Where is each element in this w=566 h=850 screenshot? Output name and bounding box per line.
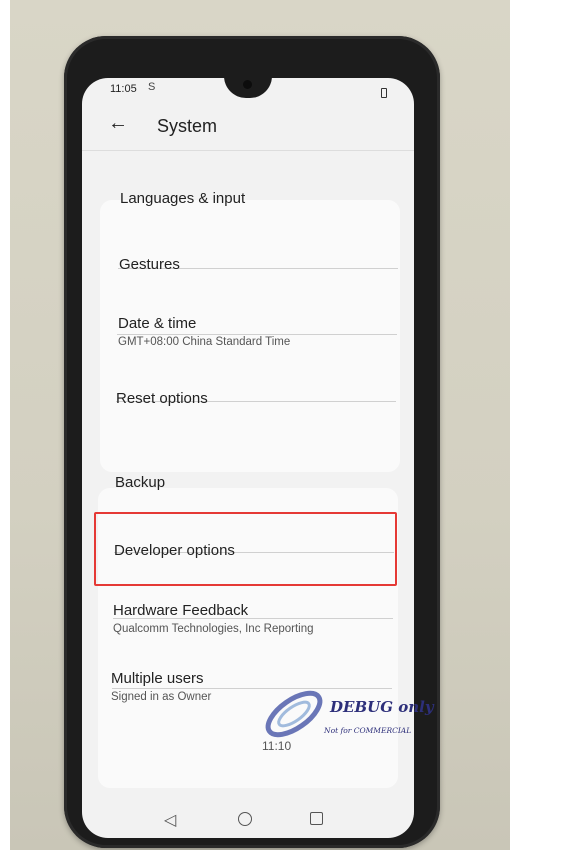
nav-recents-icon[interactable]: [310, 812, 323, 825]
setting-subtitle: Signed in as Owner: [111, 691, 212, 703]
nav-back-icon[interactable]: ◁: [164, 810, 176, 830]
battery-icon: [381, 88, 387, 98]
page-title: System: [157, 116, 218, 136]
setting-title: Backup: [115, 474, 166, 491]
front-camera: [243, 80, 252, 89]
header-divider: [82, 150, 414, 151]
nav-home-icon[interactable]: [238, 812, 252, 826]
setting-title: Multiple users: [111, 670, 204, 687]
setting-subtitle: GMT+08:00 China Standard Time: [118, 336, 291, 348]
highlight-box: [94, 512, 397, 586]
debug-watermark: DEBUG only Not for COMMERCIAL: [262, 684, 434, 744]
divider: [117, 334, 397, 335]
back-arrow-icon[interactable]: ←: [106, 112, 130, 135]
status-notification-icon: S: [148, 81, 156, 93]
watermark-subtext: Not for COMMERCIAL: [324, 726, 412, 735]
setting-subtitle: Qualcomm Technologies, Inc Reporting: [113, 623, 314, 635]
setting-title: Date & time: [118, 315, 197, 332]
navigation-bar: ◁: [82, 804, 414, 838]
display-notch: [224, 78, 272, 98]
setting-title: Reset options: [116, 390, 208, 407]
setting-title: Hardware Feedback: [113, 602, 249, 619]
watermark-logo: [265, 690, 323, 738]
status-time: 11:05: [110, 83, 137, 95]
watermark-text: DEBUG only: [330, 698, 434, 716]
setting-title: Languages & input: [120, 190, 246, 207]
setting-title: Gestures: [119, 256, 180, 273]
